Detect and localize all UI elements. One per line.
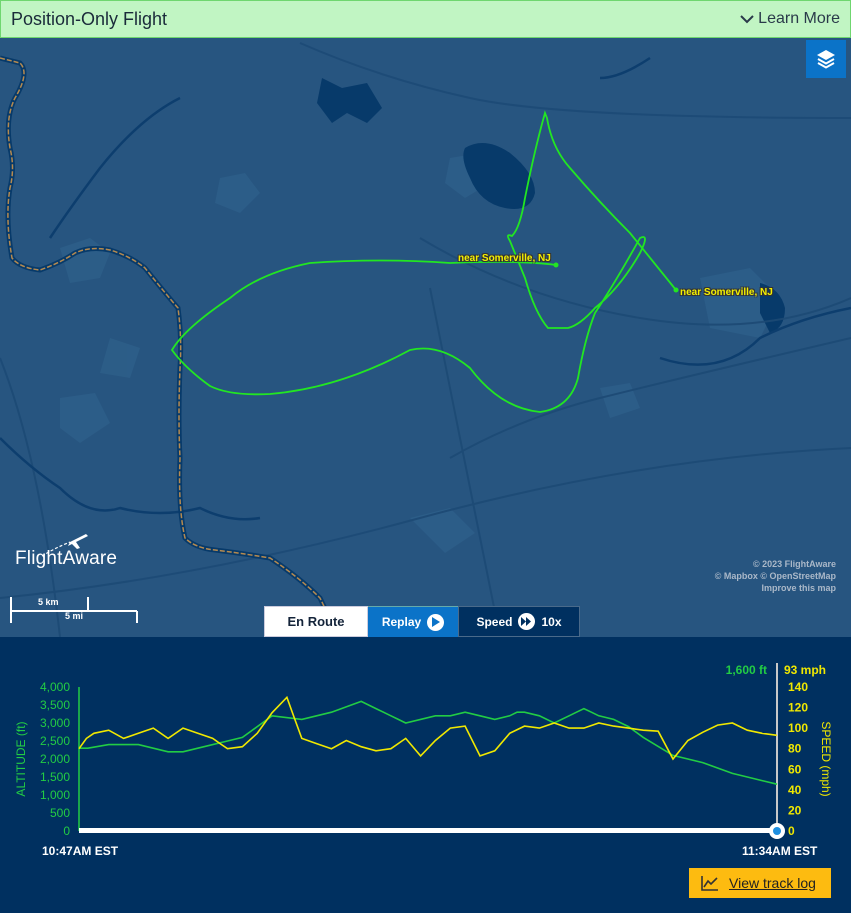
- learn-more-label: Learn More: [758, 10, 840, 27]
- attribution-flightaware[interactable]: © 2023 FlightAware: [715, 558, 836, 570]
- map-mode-tabs: En Route Replay Speed 10x: [264, 606, 580, 637]
- altitude-axis-label: ALTITUDE (ft): [14, 721, 28, 796]
- speed-tick-label: 0: [788, 824, 795, 838]
- speed-tick-label: 80: [788, 742, 802, 756]
- speed-tick-label: 40: [788, 783, 802, 797]
- speed-axis-label: SPEED (mph): [819, 721, 833, 796]
- start-time-label: 10:47AM EST: [42, 844, 119, 858]
- altitude-speed-chart: 4,000 3,500 3,000 2,500 2,000 1,500 1,000 500 0 …: [0, 637, 851, 913]
- scale-mi: 5 mi: [65, 611, 84, 621]
- altitude-tick-label: 500: [50, 806, 70, 820]
- destination-label: near Somerville, NJ: [680, 287, 773, 298]
- attribution-mapbox-osm[interactable]: © Mapbox © OpenStreetMap: [715, 570, 836, 582]
- flightaware-logo: FlightAware: [15, 534, 117, 570]
- altitude-series-line: [79, 700, 778, 785]
- destination-marker: [673, 287, 679, 293]
- view-track-log-button[interactable]: View track log: [689, 868, 831, 898]
- learn-more-link[interactable]: Learn More: [740, 10, 840, 28]
- flight-track[interactable]: [170, 110, 677, 413]
- map-scale: 5 km 5 mi: [10, 595, 138, 625]
- altitude-tick-label: 0: [63, 824, 70, 838]
- altitude-tick-label: 3,000: [40, 716, 70, 730]
- play-icon: [427, 613, 445, 631]
- banner-title: Position-Only Flight: [11, 8, 168, 29]
- altitude-tick-label: 1,500: [40, 770, 70, 784]
- speed-tick-label: 60: [788, 762, 802, 776]
- speed-tick-label: 100: [788, 721, 808, 735]
- improve-map-link[interactable]: Improve this map: [715, 582, 836, 594]
- end-time-label: 11:34AM EST: [742, 844, 818, 858]
- tab-en-route[interactable]: En Route: [264, 606, 368, 637]
- altitude-tick-label: 2,500: [40, 734, 70, 748]
- altitude-tick-label: 2,000: [40, 752, 70, 766]
- map-layers-button[interactable]: [806, 40, 846, 78]
- speed-tick-label: 120: [788, 701, 808, 715]
- map-base-layer: [0, 42, 851, 637]
- flight-map[interactable]: near Somerville, NJ near Somerville, NJ …: [0, 38, 851, 637]
- altitude-tick-label: 3,500: [40, 698, 70, 712]
- current-speed: 93 mph: [784, 663, 826, 677]
- view-track-log-label: View track log: [729, 875, 816, 891]
- replay-button[interactable]: Replay: [368, 606, 458, 637]
- chevron-down-icon: [740, 15, 754, 24]
- layers-icon: [817, 50, 835, 69]
- altitude-tick-label: 1,000: [40, 788, 70, 802]
- speed-tick-label: 20: [788, 803, 802, 817]
- chart-line-icon: [701, 876, 718, 891]
- map-attribution: © 2023 FlightAware © Mapbox © OpenStreet…: [715, 558, 836, 594]
- airplane-icon: [41, 534, 88, 557]
- speed-tick-label: 140: [788, 680, 808, 694]
- altitude-tick-label: 4,000: [40, 680, 70, 694]
- speed-series-line: [78, 695, 778, 761]
- timeline-track[interactable]: [79, 828, 777, 833]
- speed-button[interactable]: Speed 10x: [458, 606, 580, 637]
- current-altitude: 1,600 ft: [726, 663, 767, 677]
- origin-marker: [553, 262, 559, 268]
- origin-label: near Somerville, NJ: [458, 253, 551, 264]
- scale-km: 5 km: [38, 597, 59, 607]
- flight-status-banner: Position-Only Flight Learn More: [0, 0, 851, 38]
- fast-forward-icon: [518, 613, 536, 630]
- chart-svg: 4,0003,5003,0002,5002,0001,5001,0005000 …: [14, 663, 833, 858]
